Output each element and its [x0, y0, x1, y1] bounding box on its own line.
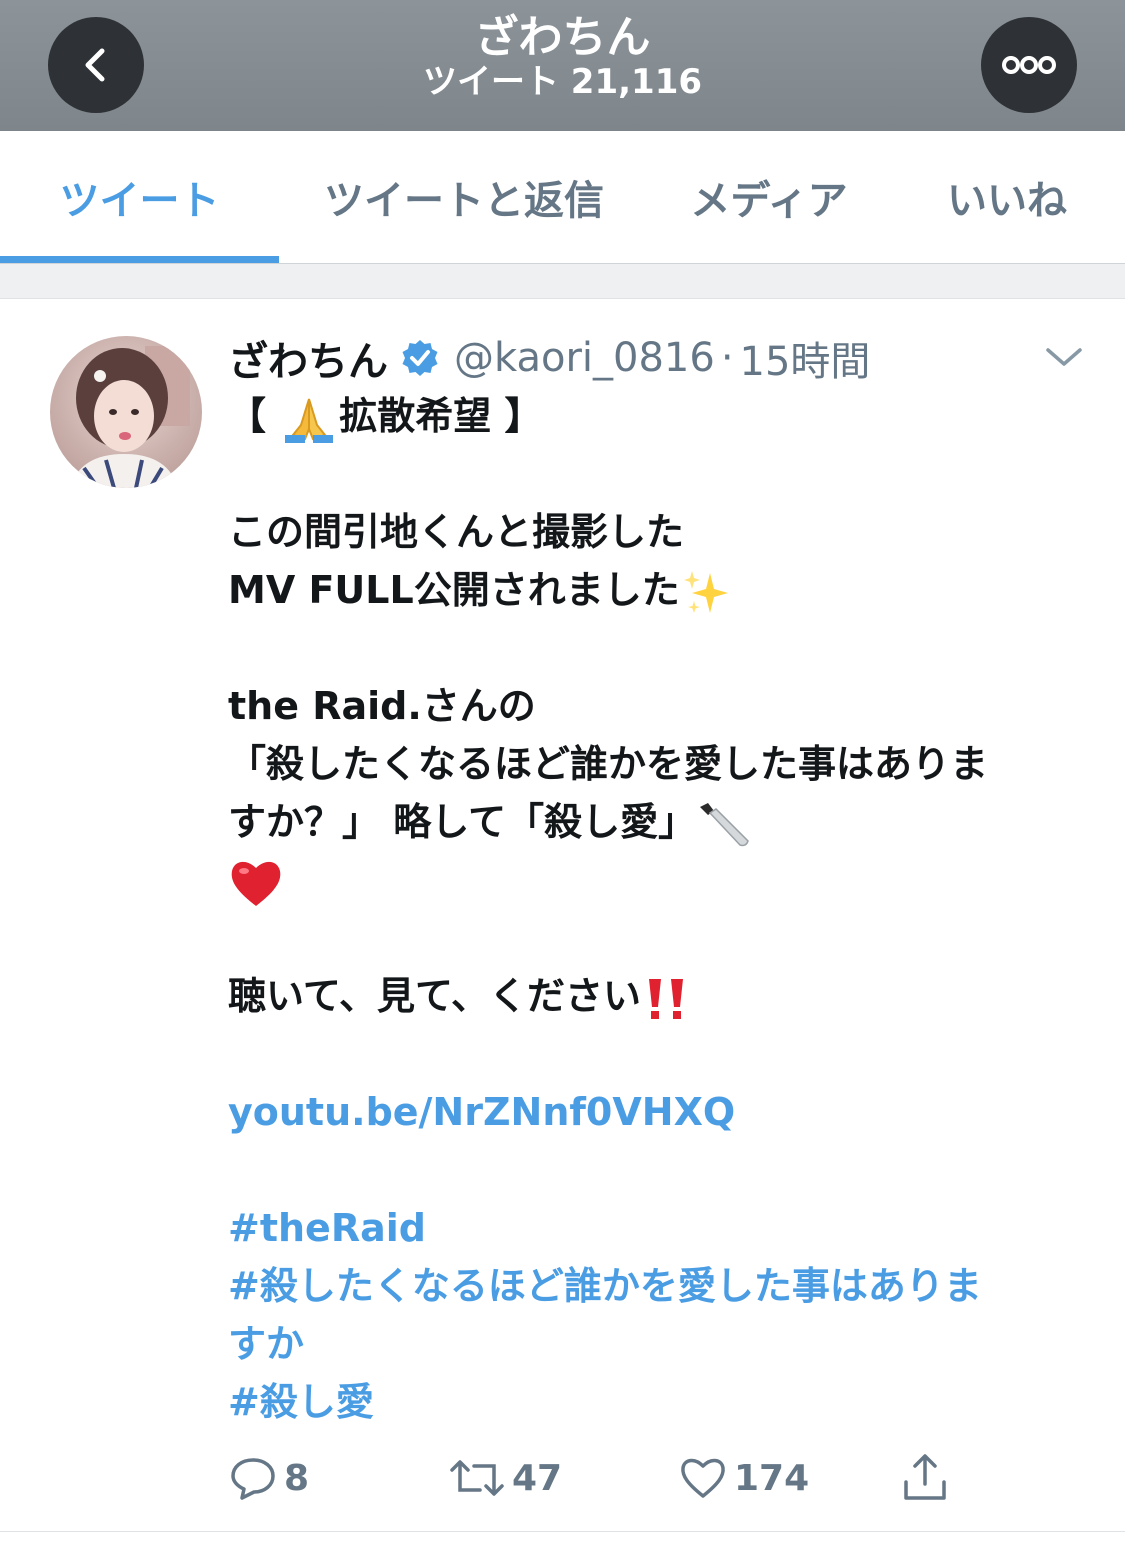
tweet-text: 【 拡散希望 】 この間引地くんと撮影した MV FULL公開されました the…	[228, 387, 1088, 1431]
like-count: 174	[734, 1457, 810, 1499]
tweet-link[interactable]: youtu.be/NrZNnf0VHXQ	[228, 1083, 1088, 1141]
more-icon	[1002, 56, 1056, 74]
tweet-header: ざわちん @kaori_0816 · 15時間	[228, 330, 870, 386]
author-handle[interactable]: @kaori_0816	[454, 335, 715, 381]
tab-tweets-and-replies[interactable]: ツイートと返信	[279, 131, 649, 263]
heart-icon	[681, 1458, 725, 1498]
text-line: the Raid.さんの	[228, 684, 536, 728]
profile-header: ざわちん ツイート 21,116	[0, 0, 1125, 131]
reply-count: 8	[284, 1457, 310, 1499]
reply-icon	[231, 1458, 275, 1500]
retweet-button[interactable]: 47	[448, 1450, 562, 1506]
header-title: ざわちん	[474, 12, 651, 63]
text-line: 【 拡散希望 】	[228, 387, 1088, 445]
hashtag-link[interactable]: すか	[228, 1315, 1088, 1373]
text-line: 聴いて、見て、ください	[228, 967, 1088, 1025]
kitchen-knife-icon	[700, 802, 749, 846]
active-tab-indicator	[0, 256, 279, 263]
like-button[interactable]: 174	[678, 1450, 809, 1506]
separator: ·	[720, 335, 734, 381]
text-line: すか？」 略して「殺し愛」	[228, 793, 1088, 851]
avatar-image	[50, 336, 202, 488]
text-line	[228, 851, 1088, 909]
retweet-count: 47	[512, 1457, 563, 1499]
sparkles-icon	[683, 570, 728, 613]
divider	[0, 298, 1125, 299]
reply-button[interactable]: 8	[228, 1450, 309, 1506]
share-icon	[904, 1454, 946, 1500]
chevron-down-icon[interactable]	[1044, 342, 1084, 372]
red-heart-icon	[231, 861, 281, 906]
hashtag-link[interactable]: #theRaid	[228, 1199, 1088, 1257]
more-button[interactable]	[981, 17, 1077, 113]
verified-badge-icon	[402, 340, 438, 376]
retweet-icon	[450, 1460, 504, 1496]
share-button[interactable]	[900, 1450, 956, 1506]
author-name[interactable]: ざわちん	[228, 329, 388, 387]
hashtag-link[interactable]: #殺したくなるほど誰かを愛した事はありま	[228, 1257, 1088, 1315]
tab-media[interactable]: メディア	[649, 131, 889, 263]
divider	[0, 1531, 1125, 1532]
text-line: MV FULL公開されました	[228, 561, 1088, 619]
tab-likes[interactable]: いいね	[889, 131, 1125, 263]
tweet-actions: 8 47 174	[228, 1450, 1088, 1506]
tab-tweets[interactable]: ツイート	[0, 131, 279, 263]
tweet-time[interactable]: 15時間	[740, 329, 871, 387]
profile-tabs: ツイート ツイートと返信 メディア いいね	[0, 131, 1125, 263]
section-gap	[0, 264, 1125, 298]
double-exclamation-icon	[649, 978, 684, 1019]
tweet-count: ツイート 21,116	[422, 62, 703, 102]
text-line: この間引地くんと撮影した	[228, 510, 685, 554]
folded-hands-icon	[285, 398, 334, 443]
text-line: 「殺したくなるほど誰かを愛した事はありま	[228, 742, 989, 786]
avatar[interactable]	[50, 336, 202, 488]
hashtag-link[interactable]: #殺し愛	[228, 1373, 1088, 1431]
